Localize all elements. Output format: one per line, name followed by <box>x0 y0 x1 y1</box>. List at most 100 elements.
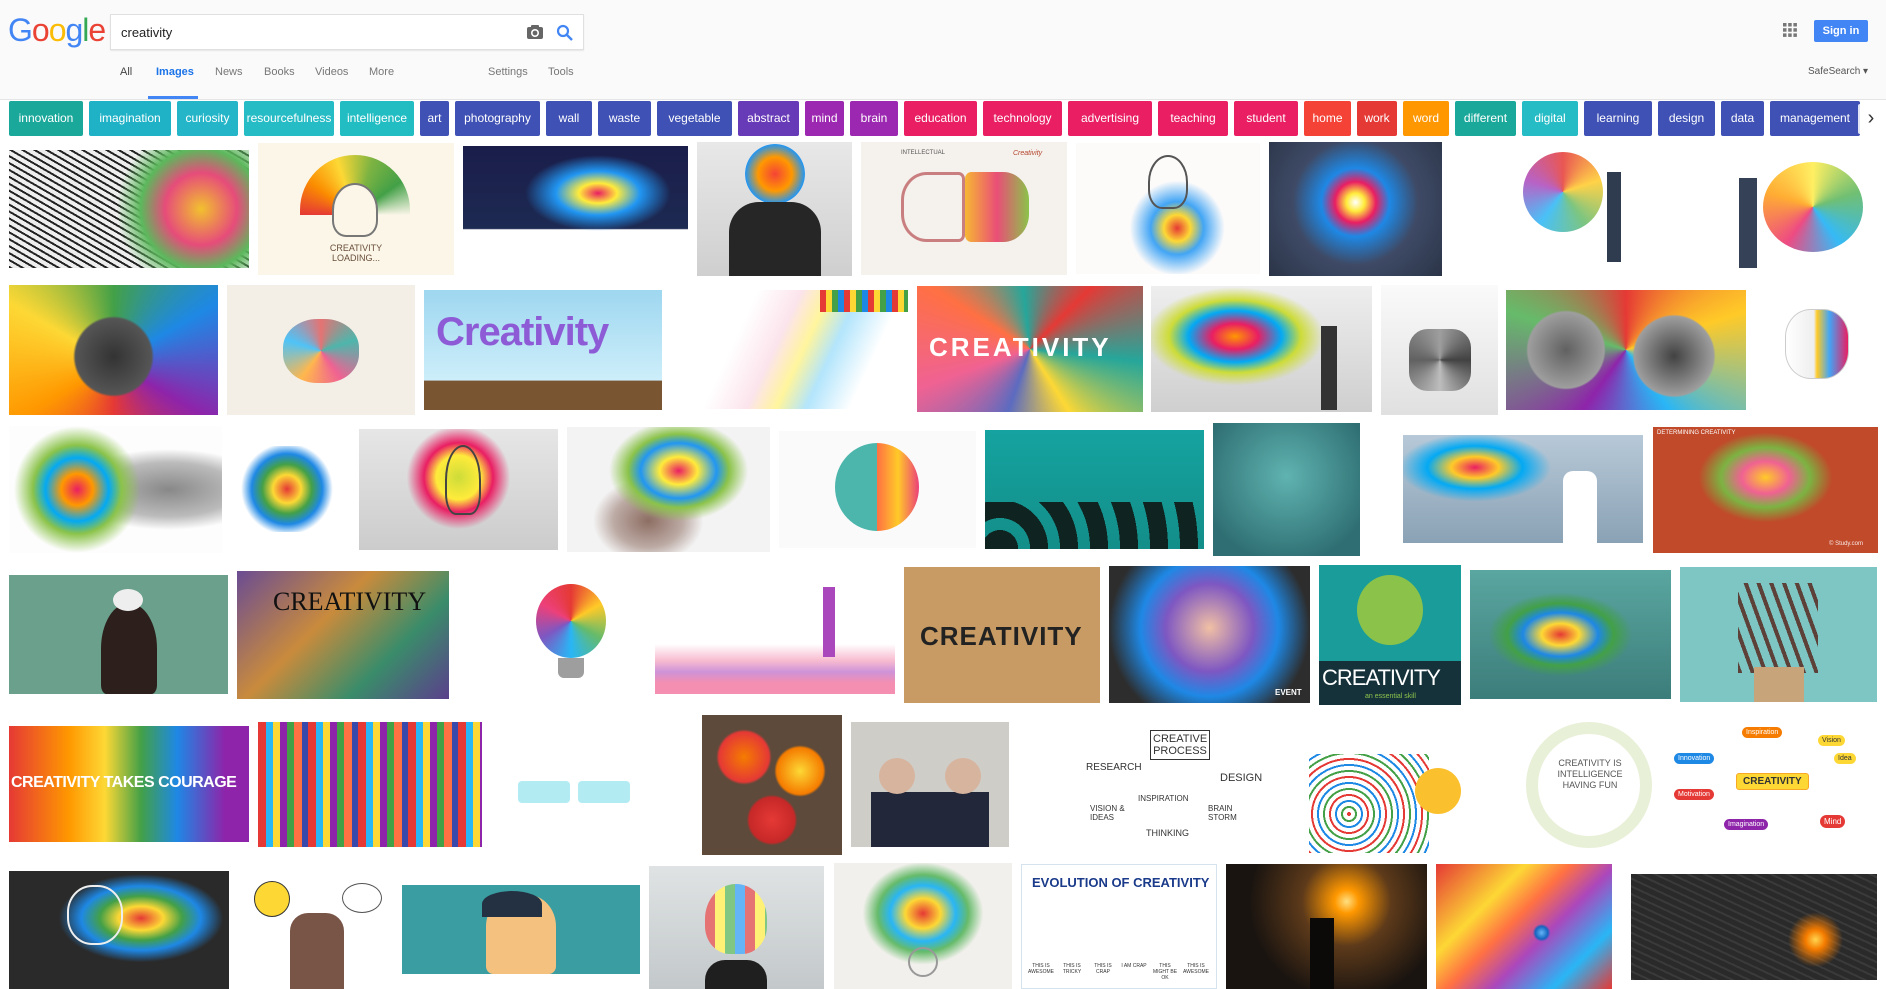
chip-brain[interactable]: brain <box>850 101 898 136</box>
image-result[interactable] <box>1403 435 1643 543</box>
image-result[interactable] <box>697 142 852 276</box>
image-result[interactable] <box>567 427 770 552</box>
chip-student[interactable]: student <box>1234 101 1298 136</box>
image-result[interactable] <box>1470 570 1671 699</box>
tab-news[interactable]: News <box>215 66 243 78</box>
image-result[interactable] <box>1436 864 1612 989</box>
search-icon[interactable] <box>555 23 575 43</box>
chip-digital[interactable]: digital <box>1522 101 1578 136</box>
image-result[interactable] <box>9 575 228 694</box>
chip-photography[interactable]: photography <box>455 101 540 136</box>
image-result[interactable] <box>779 431 976 548</box>
sign-in-button[interactable]: Sign in <box>1814 20 1868 42</box>
image-result[interactable] <box>9 150 249 268</box>
image-result[interactable] <box>1076 143 1260 274</box>
image-result[interactable] <box>9 426 222 553</box>
image-result[interactable] <box>514 735 635 833</box>
image-result[interactable]: CREATIVITY LOADING... <box>258 143 454 275</box>
image-result[interactable] <box>1680 567 1877 702</box>
image-result[interactable]: INTELLECTUAL Creativity <box>861 142 1067 275</box>
image-result[interactable] <box>1667 142 1877 275</box>
chip-different[interactable]: different <box>1455 101 1516 136</box>
chip-abstract[interactable]: abstract <box>738 101 799 136</box>
image-result[interactable] <box>834 863 1012 989</box>
image-result[interactable] <box>9 285 218 415</box>
chip-intelligence[interactable]: intelligence <box>340 101 414 136</box>
image-result[interactable]: CREATIVITY IS INTELLIGENCE HAVING FUN <box>1518 714 1660 854</box>
image-result[interactable] <box>402 885 640 974</box>
chip-education[interactable]: education <box>904 101 977 136</box>
image-result[interactable] <box>530 582 614 688</box>
image-result[interactable]: CREATIVITY <box>237 571 449 699</box>
image-result[interactable]: CREATIVITY <box>904 567 1100 703</box>
image-result[interactable] <box>9 871 229 989</box>
image-result[interactable] <box>702 715 842 855</box>
image-result[interactable] <box>227 285 415 415</box>
image-result[interactable] <box>1755 285 1878 415</box>
search-input[interactable] <box>121 15 521 49</box>
chip-learning[interactable]: learning <box>1584 101 1652 136</box>
chip-innovation[interactable]: innovation <box>9 101 83 136</box>
image-result[interactable] <box>1631 874 1877 980</box>
apps-grid-icon[interactable] <box>1782 22 1798 38</box>
image-result[interactable] <box>1506 290 1746 410</box>
chip-work[interactable]: work <box>1357 101 1397 136</box>
image-result[interactable] <box>985 430 1204 549</box>
tab-more[interactable]: More <box>369 66 394 78</box>
image-result[interactable]: DETERMINING CREATIVITY © Study.com <box>1653 427 1878 553</box>
chip-mind[interactable]: mind <box>805 101 844 136</box>
image-result[interactable] <box>1381 285 1498 415</box>
chip-technology[interactable]: technology <box>983 101 1062 136</box>
image-result[interactable] <box>359 429 558 550</box>
chip-home[interactable]: home <box>1304 101 1351 136</box>
tab-books[interactable]: Books <box>264 66 295 78</box>
image-result[interactable] <box>670 290 908 409</box>
chip-art[interactable]: art <box>420 101 449 136</box>
tab-all[interactable]: All <box>120 66 132 78</box>
image-result[interactable]: CREATIVITY TAKES COURAGE <box>9 726 249 842</box>
image-result[interactable] <box>649 866 824 989</box>
chip-wall[interactable]: wall <box>546 101 592 136</box>
image-result[interactable]: EVOLUTION OF CREATIVITY THIS IS AWESOME … <box>1021 864 1217 989</box>
image-caption: RESEARCH <box>1086 762 1142 773</box>
chip-imagination[interactable]: imagination <box>89 101 171 136</box>
image-result[interactable]: EVENT <box>1109 566 1310 703</box>
image-result[interactable] <box>258 722 482 847</box>
image-result[interactable]: CREATIVE PROCESS RESEARCH DESIGN VISION … <box>1050 722 1300 844</box>
image-result[interactable] <box>655 583 895 694</box>
chip-vegetable[interactable]: vegetable <box>657 101 732 136</box>
image-result[interactable]: CREATIVITY <box>917 286 1143 412</box>
chip-design[interactable]: design <box>1658 101 1715 136</box>
camera-icon[interactable] <box>525 23 545 41</box>
chip-data[interactable]: data <box>1721 101 1764 136</box>
tab-videos[interactable]: Videos <box>315 66 348 78</box>
tab-tools[interactable]: Tools <box>548 66 574 78</box>
image-result[interactable] <box>851 722 1009 847</box>
image-result[interactable] <box>250 873 390 989</box>
image-result[interactable] <box>1451 142 1658 275</box>
image-result[interactable]: Creativity <box>424 290 662 410</box>
image-result[interactable]: CREATIVITY Inspiration Vision Idea Innov… <box>1670 715 1877 853</box>
tab-images[interactable]: Images <box>156 66 194 78</box>
chip-teaching[interactable]: teaching <box>1158 101 1228 136</box>
image-result[interactable] <box>1269 142 1442 276</box>
chip-waste[interactable]: waste <box>598 101 651 136</box>
image-result[interactable] <box>1226 864 1427 989</box>
image-result[interactable] <box>1151 286 1372 412</box>
tab-settings[interactable]: Settings <box>488 66 528 78</box>
chevron-right-icon[interactable]: › <box>1858 104 1884 134</box>
image-result[interactable] <box>231 446 343 532</box>
image-caption: CREATIVE PROCESS <box>1150 730 1210 760</box>
chip-resourcefulness[interactable]: resourcefulness <box>244 101 334 136</box>
logo-letter: e <box>88 12 106 48</box>
safesearch-dropdown[interactable]: SafeSearch ▾ <box>1808 66 1868 77</box>
chip-management[interactable]: management <box>1770 101 1860 136</box>
google-logo[interactable]: Google <box>8 12 106 49</box>
chip-advertising[interactable]: advertising <box>1068 101 1152 136</box>
chip-word[interactable]: word <box>1403 101 1449 136</box>
image-result[interactable] <box>463 146 688 264</box>
chip-curiosity[interactable]: curiosity <box>177 101 238 136</box>
image-result[interactable]: CREATIVITY an essential skill <box>1319 565 1461 705</box>
image-result[interactable] <box>1309 714 1509 853</box>
image-result[interactable] <box>1213 423 1360 556</box>
